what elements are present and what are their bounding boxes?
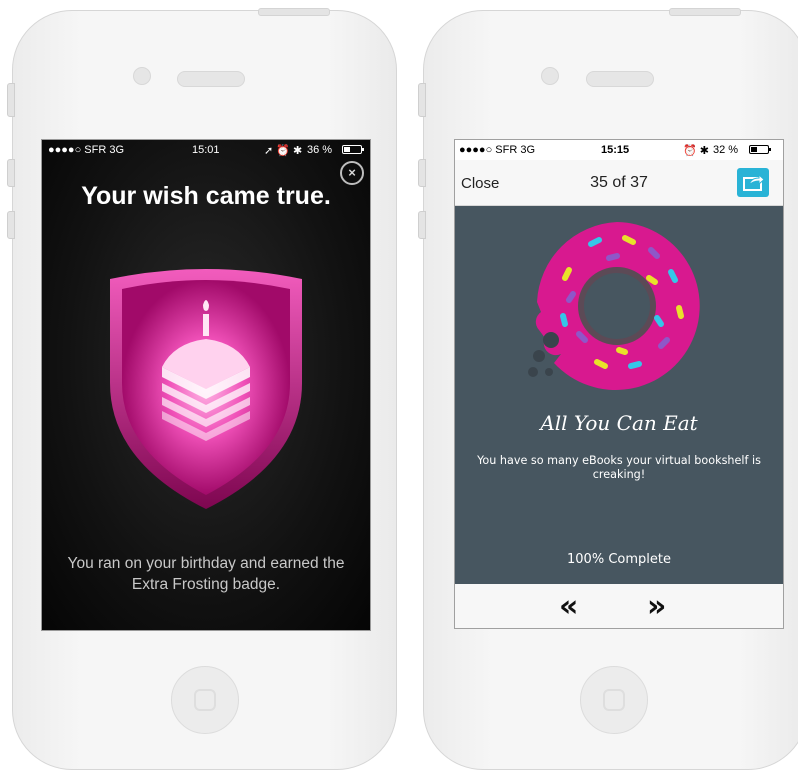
pager-bar: « » [455,584,783,628]
badge-screen: ●●●●○ SFR 3G 15:01 ➚ ⏰ ✱ 36 % × Your wis… [41,139,371,631]
achievement-screen: ●●●●○ SFR 3G 15:15 ⏰ ✱ 32 % Close 35 of … [454,139,784,629]
power-button [258,8,330,16]
previous-button[interactable]: « [559,589,578,624]
status-icons: ➚ ⏰ ✱ [264,145,303,157]
achievement-description: You have so many eBooks your virtual boo… [477,454,761,481]
carrier-signal: ●●●●○ SFR 3G [48,144,125,156]
volume-down-button [7,211,15,239]
front-camera [541,67,559,85]
battery-icon [749,145,771,154]
next-button[interactable]: » [647,589,666,624]
battery-icon [342,145,364,154]
status-icons: ⏰ ✱ [683,145,709,157]
speaker-grille [586,71,654,87]
power-button [669,8,741,16]
mute-switch [7,83,15,117]
nav-bar: Close 35 of 37 [455,160,783,206]
page-counter: 35 of 37 [590,174,648,191]
status-time: 15:01 [192,144,220,156]
badge-message: You ran on your birthday and earned the … [67,555,345,593]
carrier-signal: ●●●●○ SFR 3G [459,144,536,156]
share-button[interactable] [737,168,769,197]
achievement-card: All You Can Eat You have so many eBooks … [455,206,783,584]
home-button[interactable] [171,666,239,734]
speaker-grille [177,71,245,87]
achievement-title: All You Can Eat [540,411,698,435]
wish-title: Your wish came true. [81,182,331,210]
battery-percent: 36 % [307,144,333,156]
share-icon [743,173,765,191]
home-button[interactable] [580,666,648,734]
extra-frosting-badge [110,269,302,509]
status-bar: ●●●●○ SFR 3G 15:15 ⏰ ✱ 32 % [455,140,783,160]
volume-down-button [418,211,426,239]
right-phone: ●●●●○ SFR 3G 15:15 ⏰ ✱ 32 % Close 35 of … [418,8,798,770]
status-bar: ●●●●○ SFR 3G 15:01 ➚ ⏰ ✱ 36 % [42,140,370,160]
mute-switch [418,83,426,117]
left-phone: ●●●●○ SFR 3G 15:01 ➚ ⏰ ✱ 36 % × Your wis… [7,8,397,770]
front-camera [133,67,151,85]
progress-status: 100% Complete [567,552,671,567]
battery-percent: 32 % [713,144,739,156]
volume-up-button [7,159,15,187]
status-time: 15:15 [601,144,630,156]
volume-up-button [418,159,426,187]
donut-icon [528,222,700,390]
